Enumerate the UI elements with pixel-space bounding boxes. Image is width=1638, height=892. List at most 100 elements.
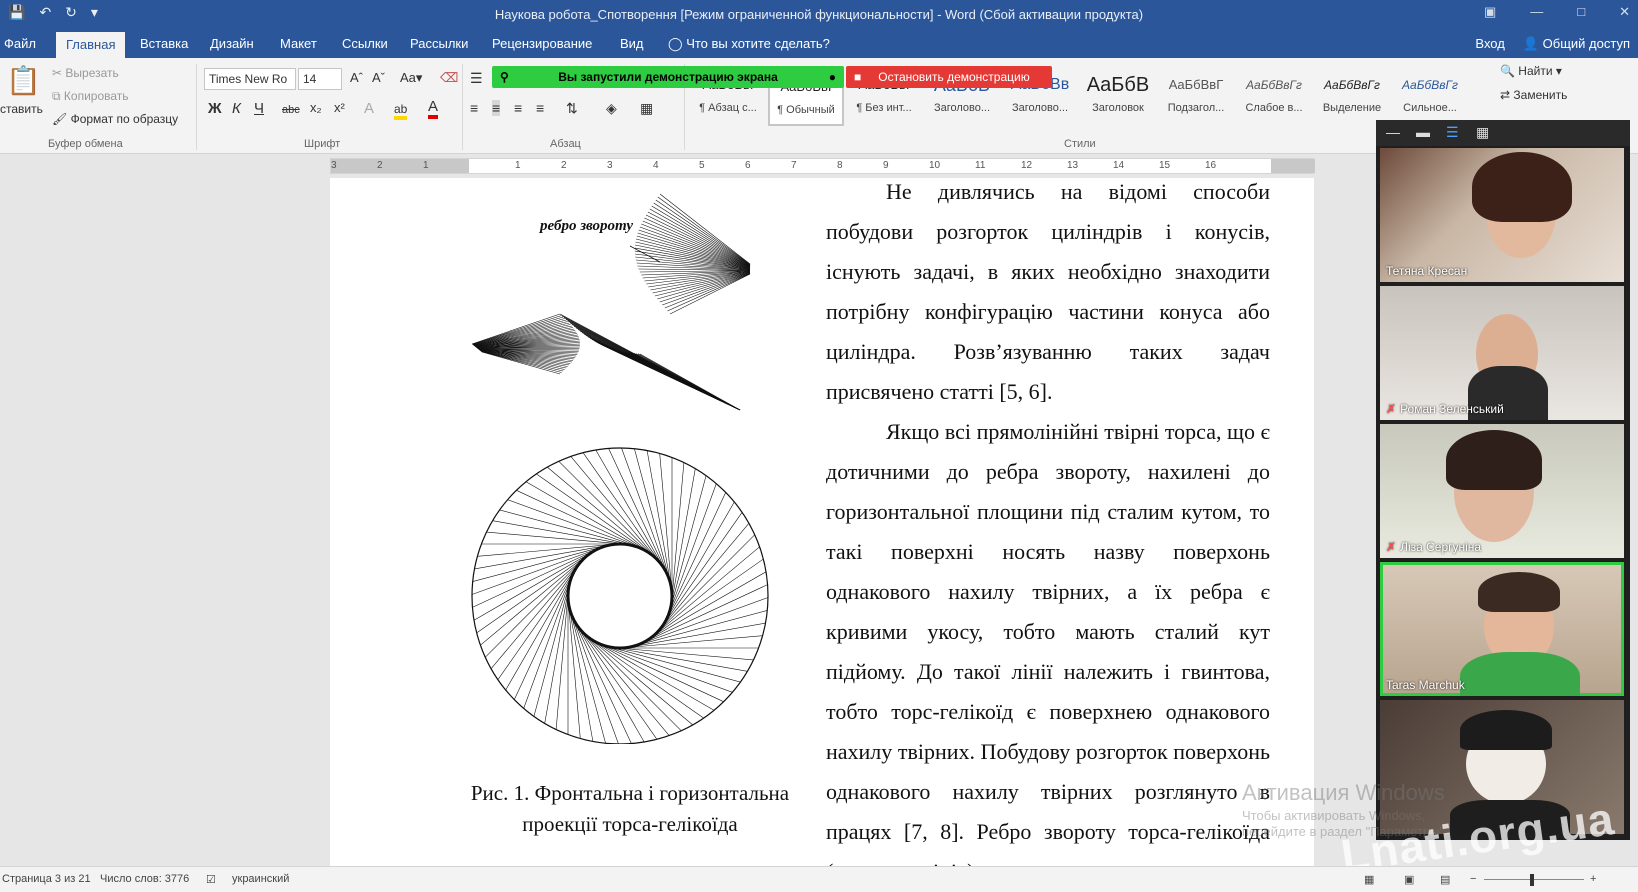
styles-group-label: Стили [1064,138,1096,150]
format-painter-button[interactable]: 🖌 Формат по образцу [52,112,178,126]
read-mode-icon[interactable]: ▦ [1364,873,1374,886]
style-preview: AaБбВвГг [1246,78,1302,92]
participant-tile[interactable]: ✗ Роман Зеленський [1380,286,1624,420]
copy-button[interactable]: ⧉ Копировать [52,89,129,104]
font-name-combo[interactable]: Times New Ro [204,68,296,90]
share-button[interactable]: 👤 Общий доступ [1523,36,1630,52]
bullets-icon[interactable]: ☰ [470,70,483,87]
participant-hair [1478,572,1560,612]
zoom-slider[interactable] [1484,879,1584,880]
replace-icon: ⇄ [1500,88,1511,102]
web-layout-icon[interactable]: ▤ [1440,873,1450,886]
paste-icon[interactable]: 📋 [6,64,41,97]
strikethrough-icon[interactable]: abc [282,104,300,116]
horizontal-ruler[interactable]: 3 2 1 1 2 3 4 5 6 7 8 9 10 11 12 13 14 1… [330,158,1315,174]
tab-design[interactable]: Дизайн [210,36,254,51]
tab-home[interactable]: Главная [56,32,126,58]
replace-button[interactable]: ⇄ Заменить [1500,88,1567,102]
style-name: Сильное... [1403,102,1457,114]
underline-icon[interactable]: Ч [254,100,264,117]
tab-layout[interactable]: Макет [280,36,317,51]
style-item[interactable]: AaБбВвГг Слабое в... [1236,68,1312,126]
document-page[interactable]: ребро звороту Рис. 1. Фронтальна і гориз… [330,178,1314,868]
align-right-icon[interactable]: ≡ [514,100,522,116]
find-button[interactable]: 🔍 Найти ▾ [1500,64,1562,78]
generatrix-line [650,271,751,291]
language-indicator[interactable]: украинский [232,873,289,885]
replace-label: Заменить [1513,88,1568,102]
font-group-label: Шрифт [304,138,341,150]
participant-tile[interactable]: ✗ Ліза Сергуніна [1380,424,1624,558]
copy-label: Копировать [63,89,129,103]
text-effects-icon[interactable]: A [364,100,374,117]
window-controls: ▣ — □ ✕ [1484,4,1630,20]
grow-font-icon[interactable]: Aˆ [350,70,363,85]
justify-icon[interactable]: ≡ [536,100,544,116]
stop-share-button[interactable]: ■ Остановить демонстрацию [846,66,1052,88]
signin-link[interactable]: Вход [1475,36,1504,52]
participant-name-text: Роман Зеленський [1400,402,1504,416]
participant-tile[interactable]: Taras Marchuk [1380,562,1624,696]
tangent-line [602,644,733,693]
proofing-icon[interactable]: ☑ [206,873,216,886]
tab-insert[interactable]: Вставка [140,36,188,51]
align-center-icon[interactable]: ≡ [492,100,501,116]
tab-review[interactable]: Рецензирование [492,36,592,51]
clear-formatting-icon[interactable]: ⌫ [440,70,458,86]
paragraph-group-label: Абзац [550,138,581,150]
tell-me-box[interactable]: ◯ Что вы хотите сделать? [668,36,830,52]
tab-references[interactable]: Ссылки [342,36,388,51]
participant-tile[interactable]: Тетяна Кресан [1380,148,1624,282]
tell-me-label: Что вы хотите сделать? [686,36,830,51]
find-label: Найти [1518,64,1553,78]
print-layout-icon[interactable]: ▣ [1404,873,1414,886]
single-view-icon[interactable]: ▬ [1416,124,1430,140]
zoom-slider-thumb[interactable] [1530,874,1534,886]
align-left-icon[interactable]: ≡ [470,100,478,116]
style-name: Заголово... [1011,102,1069,114]
grid-view-icon[interactable]: ▦ [1476,124,1489,141]
status-bar: Страница 3 из 21 Число слов: 3776 ☑ укра… [0,866,1638,892]
font-size-combo[interactable]: 14 [298,68,342,90]
superscript-icon[interactable]: x² [334,100,345,115]
maximize-icon[interactable]: □ [1577,4,1585,20]
bold-icon[interactable]: Ж [208,100,222,117]
italic-icon[interactable]: К [232,100,241,117]
tangent-line [490,562,581,669]
zoom-in-icon[interactable]: + [1590,873,1596,885]
style-name: Слабое в... [1245,102,1303,114]
group-divider [462,64,463,150]
style-item[interactable]: AaБбВвГг Выделение [1314,68,1390,126]
tab-mailings[interactable]: Рассылки [410,36,468,51]
ruler-number: 12 [1021,160,1033,171]
style-item[interactable]: AaБбВвГг Сильное... [1392,68,1468,126]
ribbon-display-icon[interactable]: ▣ [1484,4,1496,20]
paste-button-label[interactable]: ставить [0,102,43,116]
page-count[interactable]: Страница 3 из 21 [2,873,91,885]
minimize-icon[interactable]: — [1530,4,1543,20]
style-item[interactable]: AaБбВвГ Подзагол... [1158,68,1234,126]
highlight-icon[interactable]: ab [394,102,408,120]
cut-button[interactable]: ✂ Вырезать [52,66,119,80]
generatrix-line [473,322,570,346]
zoom-out-icon[interactable]: − [1470,873,1476,885]
ruler-number: 7 [791,160,797,171]
ruler-number: 2 [377,160,383,171]
line-spacing-icon[interactable]: ⇅ [566,100,578,117]
pin-icon[interactable]: ⚲ [500,66,509,88]
shading-icon[interactable]: ◈ [606,100,617,117]
tab-view[interactable]: Вид [620,36,644,51]
font-color-icon[interactable]: A [428,98,439,119]
borders-icon[interactable]: ▦ [640,100,653,117]
minimize-panel-icon[interactable]: — [1386,124,1400,140]
tab-file[interactable]: Файл [4,36,36,51]
scissors-icon: ✂ [52,66,63,80]
close-icon[interactable]: ✕ [1619,4,1630,20]
strip-view-icon[interactable]: ☰ [1446,124,1459,141]
word-count[interactable]: Число слов: 3776 [100,873,189,885]
shrink-font-icon[interactable]: Aˇ [372,70,385,85]
subscript-icon[interactable]: x₂ [310,100,322,115]
style-item[interactable]: AaБбВ Заголовок [1080,68,1156,126]
change-case-icon[interactable]: Aa▾ [400,70,422,86]
tangent-line [555,591,569,730]
